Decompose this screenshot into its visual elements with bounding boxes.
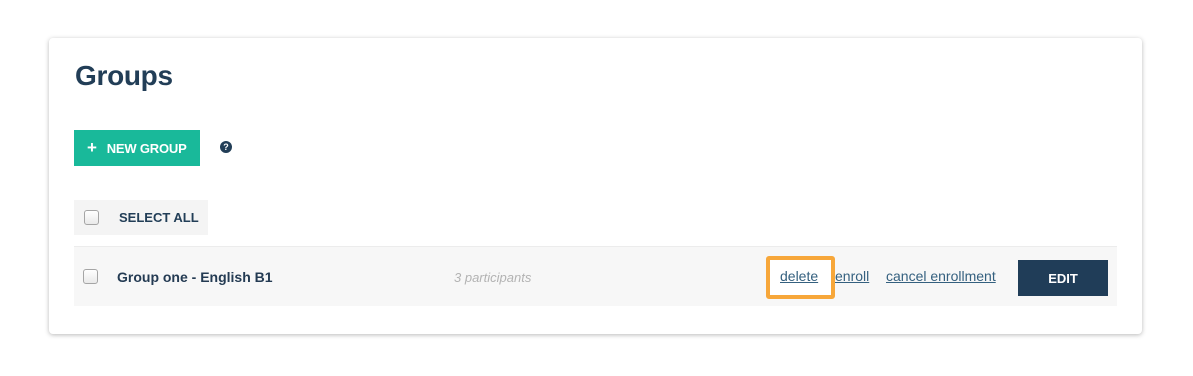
table-row: Group one - English B1 3 participants de… <box>74 246 1117 306</box>
new-group-label: NEW GROUP <box>106 140 187 156</box>
help-icon[interactable]: ? <box>220 141 232 153</box>
plus-icon: + <box>87 138 97 157</box>
groups-card: Groups + NEW GROUP ? SELECT ALL Group on… <box>49 38 1142 334</box>
group-name: Group one - English B1 <box>117 269 273 285</box>
select-all-bar: SELECT ALL <box>74 200 208 235</box>
edit-button[interactable]: EDIT <box>1018 260 1108 296</box>
enroll-link[interactable]: enroll <box>835 268 869 284</box>
group-row-checkbox[interactable] <box>83 269 98 284</box>
page-title: Groups <box>75 60 173 91</box>
participants-count: 3 participants <box>454 270 532 285</box>
delete-link[interactable]: delete <box>780 268 818 284</box>
select-all-label[interactable]: SELECT ALL <box>119 210 199 225</box>
new-group-button[interactable]: + NEW GROUP <box>74 130 200 166</box>
select-all-checkbox[interactable] <box>84 210 99 225</box>
cancel-enrollment-link[interactable]: cancel enrollment <box>886 268 996 284</box>
